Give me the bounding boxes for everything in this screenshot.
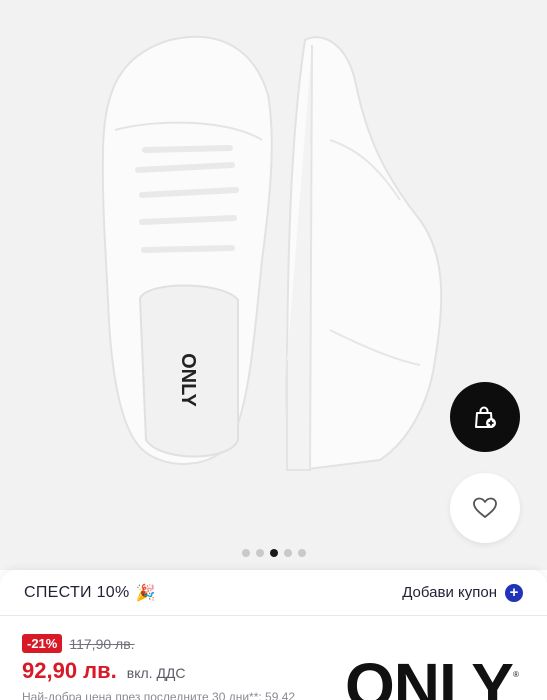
carousel-dot[interactable] [241,549,250,557]
promo-row: СПЕСТИ 10% 🎉 Добави купон + [0,570,547,616]
discount-badge: -21% [22,634,63,653]
product-image[interactable]: ONLY [0,0,547,540]
old-price: 117,90 лв. [69,635,135,652]
heart-icon [473,497,497,519]
bag-plus-icon [475,406,496,428]
promo-text: СПЕСТИ 10% 🎉 [24,583,156,603]
carousel-dot[interactable] [255,549,264,557]
party-popper-icon: 🎉 [135,584,156,602]
lowest-price-note: Най-добра цена през последните 30 дни**:… [22,690,296,700]
current-price: 92,90 лв. [22,658,117,683]
product-info-sheet: СПЕСТИ 10% 🎉 Добави купон + -21% 117,90 … [0,570,547,700]
add-to-bag-button[interactable] [450,382,520,452]
wishlist-button[interactable] [450,473,520,543]
carousel-dots[interactable] [0,549,547,557]
price-area: -21% 117,90 лв. 92,90 лв. вкл. ДДС Най-д… [22,634,295,700]
carousel-dot[interactable] [297,549,306,557]
product-gallery[interactable]: ONLY [0,0,547,570]
vat-note: вкл. ДДС [126,665,186,681]
promo-label: СПЕСТИ 10% [24,583,130,601]
brand-registered-mark: ® [513,670,519,679]
add-coupon-button[interactable]: Добави купон + [402,583,523,602]
insole-logo-text: ONLY [177,353,199,407]
add-coupon-label: Добави купон [402,584,497,601]
carousel-dot-active[interactable] [269,549,278,557]
carousel-dot[interactable] [283,549,292,557]
brand-logo[interactable]: ONLY [345,654,514,700]
plus-circle-icon: + [505,583,523,602]
